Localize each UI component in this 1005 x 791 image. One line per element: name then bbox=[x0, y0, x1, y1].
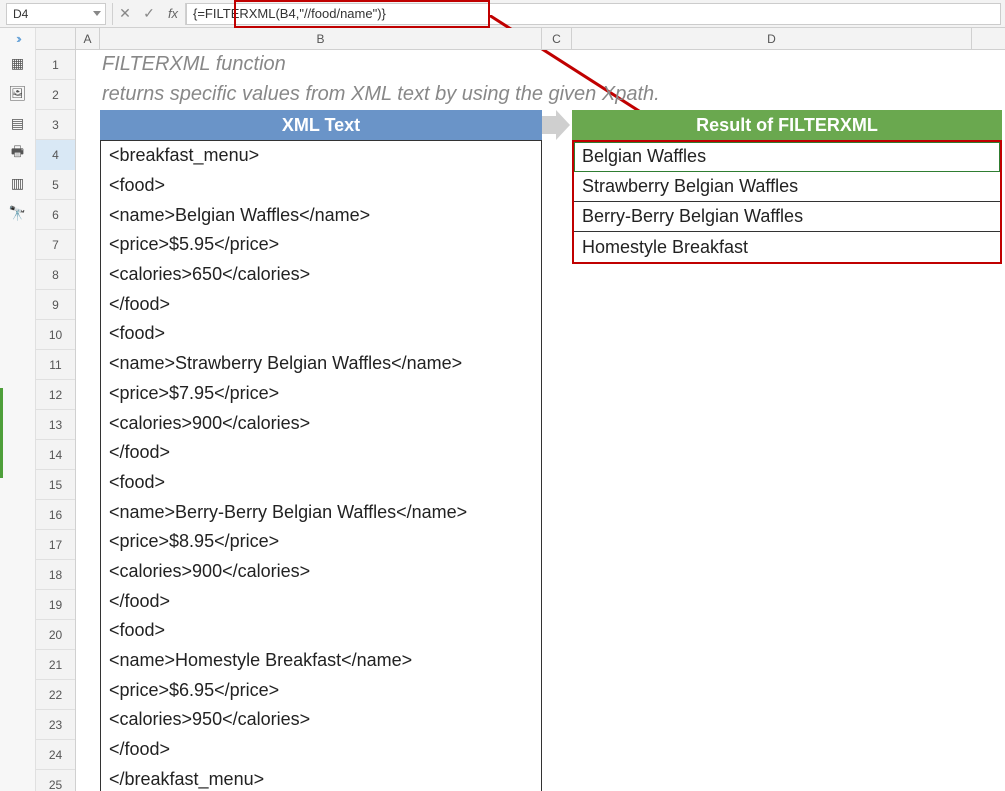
side-tab-indicator[interactable] bbox=[0, 388, 3, 478]
name-box[interactable]: D4 bbox=[6, 3, 106, 25]
image-icon[interactable]: 🖼 bbox=[4, 81, 32, 105]
column-header-b[interactable]: B bbox=[100, 28, 542, 49]
formula-text: {=FILTERXML(B4,"//food/name")} bbox=[193, 6, 386, 21]
description-title: FILTERXML function bbox=[102, 53, 286, 76]
xml-line: <price>$6.95</price> bbox=[101, 675, 541, 705]
xml-line: </breakfast_menu> bbox=[101, 764, 541, 791]
xml-line: </food> bbox=[101, 289, 541, 319]
result-cell[interactable]: Berry-Berry Belgian Waffles bbox=[574, 202, 1000, 232]
column-header-c[interactable]: C bbox=[542, 28, 572, 49]
workarea: ›› ▦ 🖼 ▤ 🖶 ▥ 🔭 A B C D 1 2 3 4 5 6 7 bbox=[0, 28, 1005, 791]
xml-line: <price>$7.95</price> bbox=[101, 379, 541, 409]
row-header[interactable]: 12 bbox=[36, 380, 75, 410]
result-cell[interactable]: Strawberry Belgian Waffles bbox=[574, 172, 1000, 202]
enter-formula-button[interactable]: ✓ bbox=[137, 3, 161, 25]
column-header-d[interactable]: D bbox=[572, 28, 972, 49]
row-header[interactable]: 13 bbox=[36, 410, 75, 440]
cells-area[interactable]: FILTERXML function returns specific valu… bbox=[76, 50, 1005, 791]
row-header[interactable]: 5 bbox=[36, 170, 75, 200]
row-header[interactable]: 23 bbox=[36, 710, 75, 740]
xml-line: </food> bbox=[101, 438, 541, 468]
column-headers: A B C D bbox=[36, 28, 1005, 50]
chevron-down-icon[interactable] bbox=[93, 11, 101, 16]
xml-line: <calories>650</calories> bbox=[101, 260, 541, 290]
row-headers: 1 2 3 4 5 6 7 8 9 10 11 12 13 14 15 16 1… bbox=[36, 50, 76, 791]
result-range-highlight: Belgian Waffles Strawberry Belgian Waffl… bbox=[572, 140, 1002, 264]
description-subtitle: returns specific values from XML text by… bbox=[102, 83, 660, 106]
xml-text-cell[interactable]: <breakfast_menu> <food> <name>Belgian Wa… bbox=[100, 140, 542, 791]
row-header[interactable]: 9 bbox=[36, 290, 75, 320]
result-cell[interactable]: Homestyle Breakfast bbox=[574, 232, 1000, 262]
row-header[interactable]: 22 bbox=[36, 680, 75, 710]
table-icon[interactable]: ▥ bbox=[4, 171, 32, 195]
row-header[interactable]: 21 bbox=[36, 650, 75, 680]
cancel-formula-button[interactable]: ✕ bbox=[113, 3, 137, 25]
xml-line: <calories>900</calories> bbox=[101, 557, 541, 587]
row-header[interactable]: 25 bbox=[36, 770, 75, 791]
side-toolbar: ›› ▦ 🖼 ▤ 🖶 ▥ 🔭 bbox=[0, 28, 36, 791]
xml-line: <calories>900</calories> bbox=[101, 408, 541, 438]
xml-line: </food> bbox=[101, 735, 541, 765]
formula-input[interactable]: {=FILTERXML(B4,"//food/name")} bbox=[186, 3, 1001, 25]
select-all-corner[interactable] bbox=[36, 28, 76, 49]
row-header[interactable]: 4 bbox=[36, 140, 75, 170]
xml-line: </food> bbox=[101, 586, 541, 616]
arrow-right-icon bbox=[542, 110, 570, 140]
xml-line: <name>Strawberry Belgian Waffles</name> bbox=[101, 349, 541, 379]
xml-line: <breakfast_menu> bbox=[101, 141, 541, 171]
xml-header-cell[interactable]: XML Text bbox=[100, 110, 542, 140]
worksheet[interactable]: A B C D 1 2 3 4 5 6 7 8 9 10 11 12 13 14 bbox=[36, 28, 1005, 791]
formula-bar: D4 ✕ ✓ fx {=FILTERXML(B4,"//food/name")} bbox=[0, 0, 1005, 28]
fx-icon[interactable]: fx bbox=[161, 3, 185, 25]
result-header-cell[interactable]: Result of FILTERXML bbox=[572, 110, 1002, 140]
xml-line: <name>Berry-Berry Belgian Waffles</name> bbox=[101, 497, 541, 527]
print-icon[interactable]: 🖶 bbox=[4, 141, 32, 165]
row-header[interactable]: 14 bbox=[36, 440, 75, 470]
row-header[interactable]: 7 bbox=[36, 230, 75, 260]
row-header[interactable]: 17 bbox=[36, 530, 75, 560]
xml-line: <calories>950</calories> bbox=[101, 705, 541, 735]
expand-chevrons-icon[interactable]: ›› bbox=[0, 28, 36, 48]
row-header[interactable]: 15 bbox=[36, 470, 75, 500]
name-box-value: D4 bbox=[13, 7, 28, 21]
row-header[interactable]: 8 bbox=[36, 260, 75, 290]
xml-line: <food> bbox=[101, 319, 541, 349]
row-header[interactable]: 24 bbox=[36, 740, 75, 770]
row-header[interactable]: 1 bbox=[36, 50, 75, 80]
xml-line: <name>Homestyle Breakfast</name> bbox=[101, 646, 541, 676]
row-header[interactable]: 16 bbox=[36, 500, 75, 530]
row-header[interactable]: 3 bbox=[36, 110, 75, 140]
row-header[interactable]: 20 bbox=[36, 620, 75, 650]
grid-icon[interactable]: ▦ bbox=[4, 51, 32, 75]
result-cell[interactable]: Belgian Waffles bbox=[574, 142, 1000, 172]
xml-line: <price>$5.95</price> bbox=[101, 230, 541, 260]
row-header[interactable]: 2 bbox=[36, 80, 75, 110]
binoculars-icon[interactable]: 🔭 bbox=[4, 201, 32, 225]
xml-line: <food> bbox=[101, 468, 541, 498]
layers-icon[interactable]: ▤ bbox=[4, 111, 32, 135]
row-header[interactable]: 19 bbox=[36, 590, 75, 620]
row-header[interactable]: 6 bbox=[36, 200, 75, 230]
xml-line: <food> bbox=[101, 616, 541, 646]
row-header[interactable]: 10 bbox=[36, 320, 75, 350]
column-header-a[interactable]: A bbox=[76, 28, 100, 49]
row-header[interactable]: 18 bbox=[36, 560, 75, 590]
xml-line: <price>$8.95</price> bbox=[101, 527, 541, 557]
xml-line: <food> bbox=[101, 171, 541, 201]
row-header[interactable]: 11 bbox=[36, 350, 75, 380]
xml-line: <name>Belgian Waffles</name> bbox=[101, 200, 541, 230]
